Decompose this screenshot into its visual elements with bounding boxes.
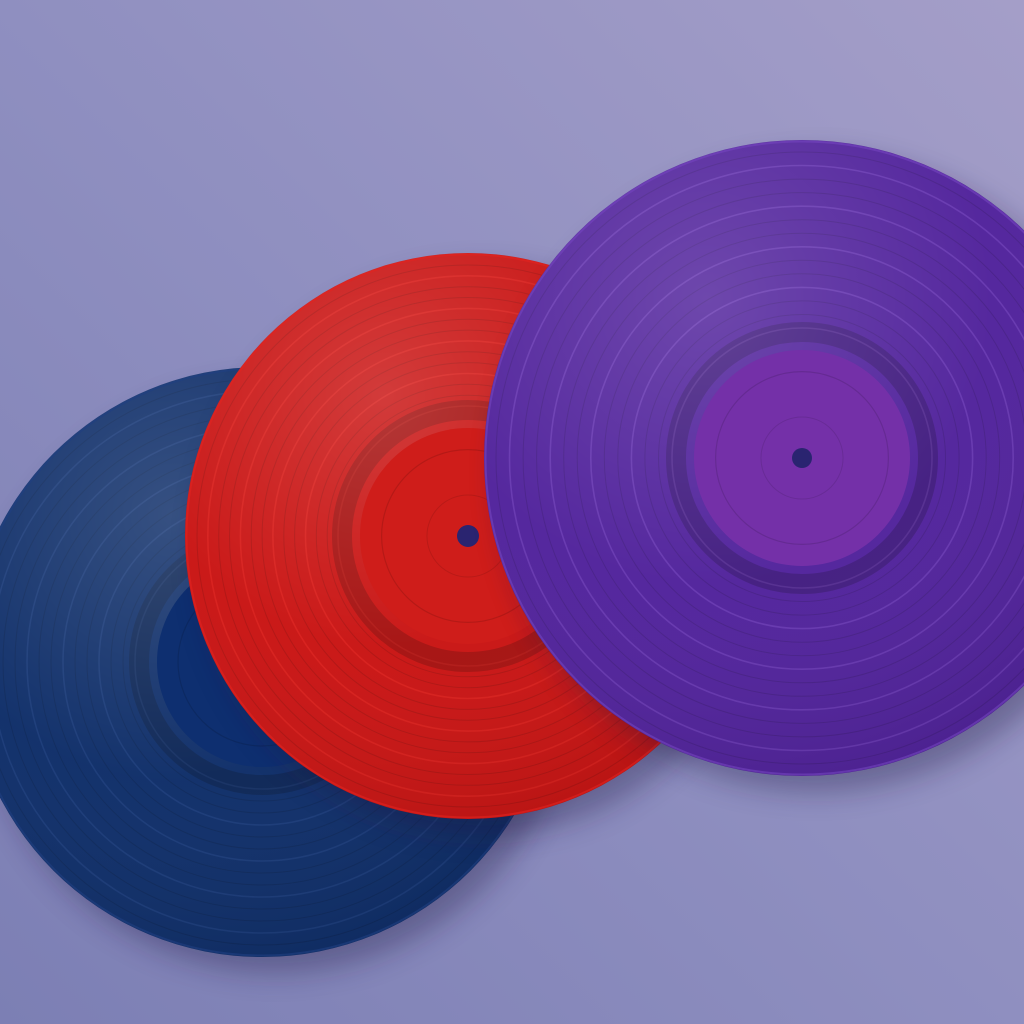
red-record-spindle-hole [457,525,479,547]
purple-record-spindle-hole [792,448,812,468]
scene [0,0,1024,1024]
records-photo [0,0,1024,1024]
